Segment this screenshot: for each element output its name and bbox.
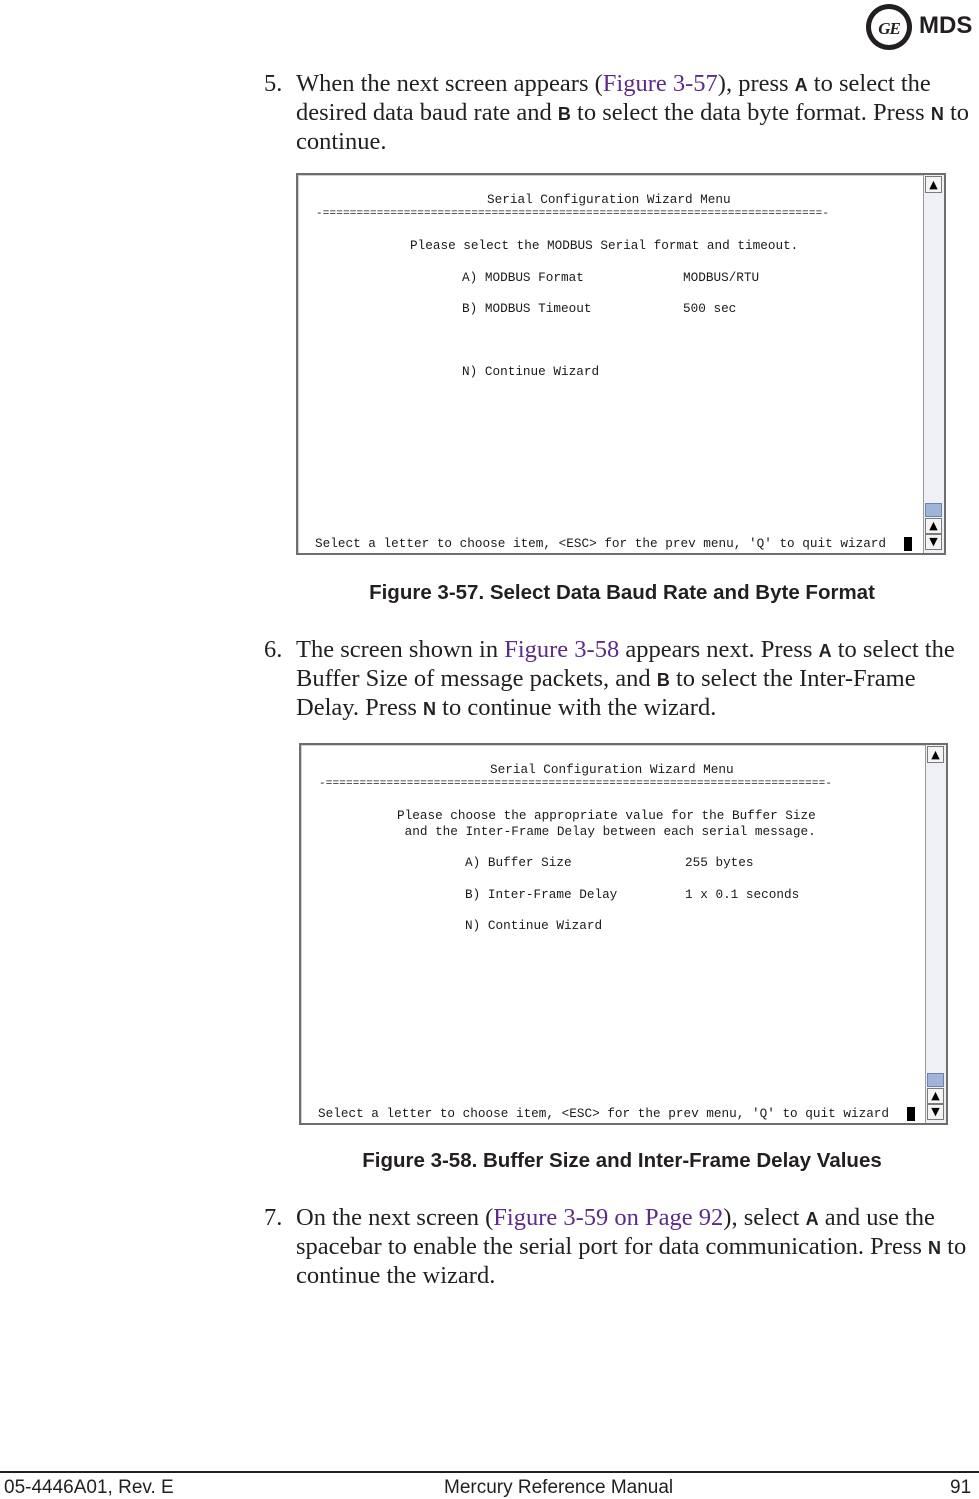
scrollbar-thumb[interactable] xyxy=(925,503,942,517)
ge-mds-logo: GE MDS xyxy=(866,4,978,52)
menu-item-b[interactable]: B) MODBUS Timeout xyxy=(462,301,591,316)
scroll-down-icon[interactable]: ▼ xyxy=(925,534,942,550)
terminal-prompt: and the Inter-Frame Delay between each s… xyxy=(397,824,816,839)
key-label: A xyxy=(794,75,808,95)
terminal-prompt: Please choose the appropriate value for … xyxy=(397,808,816,823)
text-cursor xyxy=(904,537,912,551)
footer-divider xyxy=(0,1471,979,1473)
figure-link[interactable]: Figure 3-59 on Page 92 xyxy=(493,1204,723,1231)
step-number: 6. xyxy=(264,636,283,663)
key-label: N xyxy=(423,699,437,719)
terminal-content: Serial Configuration Wizard Menu -======… xyxy=(298,175,922,553)
step-number: 7. xyxy=(264,1204,283,1231)
terminal-separator: -=======================================… xyxy=(319,778,833,790)
terminal-content: Serial Configuration Wizard Menu -======… xyxy=(301,745,924,1123)
menu-item-a-value: 255 bytes xyxy=(685,855,754,870)
step-7: 7. On the next screen (Figure 3-59 on Pa… xyxy=(264,1204,976,1289)
terminal-window-fig-58: Serial Configuration Wizard Menu -======… xyxy=(299,743,948,1125)
scroll-up-icon[interactable]: ▲ xyxy=(925,176,942,193)
scroll-up-icon[interactable]: ▲ xyxy=(927,1088,944,1104)
step-number: 5. xyxy=(264,70,283,97)
key-label: N xyxy=(928,1238,942,1258)
ge-monogram-text: GE xyxy=(878,19,901,38)
figure-link[interactable]: Figure 3-58 xyxy=(504,636,619,663)
ge-monogram-icon: GE xyxy=(866,4,912,50)
key-label: B xyxy=(557,104,571,124)
menu-item-b[interactable]: B) Inter-Frame Delay xyxy=(465,887,617,902)
footer-manual-title: Mercury Reference Manual xyxy=(444,1477,674,1498)
footer-doc-number: 05-4446A01, Rev. E xyxy=(4,1477,174,1498)
terminal-title: Serial Configuration Wizard Menu xyxy=(490,762,734,777)
text-cursor xyxy=(907,1107,915,1121)
terminal-window-fig-57: Serial Configuration Wizard Menu -======… xyxy=(296,173,946,555)
scroll-up-icon[interactable]: ▲ xyxy=(925,518,942,534)
figure-caption-3-57: Figure 3-57. Select Data Baud Rate and B… xyxy=(369,581,875,604)
scrollbar-thumb[interactable] xyxy=(927,1073,944,1087)
key-label: N xyxy=(930,104,944,124)
vertical-scrollbar[interactable]: ▲ ▲ ▼ xyxy=(925,745,946,1123)
figure-link[interactable]: Figure 3-57 xyxy=(603,70,718,97)
step-6: 6. The screen shown in Figure 3-58 appea… xyxy=(264,636,976,723)
footer-page-number: 91 xyxy=(950,1477,972,1498)
mds-wordmark: MDS xyxy=(919,12,973,39)
step-text: The screen shown in Figure 3-58 appears … xyxy=(296,636,955,721)
key-label: A xyxy=(818,641,832,661)
terminal-separator: -=======================================… xyxy=(316,208,830,220)
menu-item-a[interactable]: A) MODBUS Format xyxy=(462,270,584,285)
figure-caption-3-58: Figure 3-58. Buffer Size and Inter-Frame… xyxy=(362,1149,882,1172)
menu-item-n[interactable]: N) Continue Wizard xyxy=(462,364,599,379)
scroll-down-icon[interactable]: ▼ xyxy=(927,1104,944,1120)
terminal-status-line: Select a letter to choose item, <ESC> fo… xyxy=(318,1106,890,1121)
terminal-status-line: Select a letter to choose item, <ESC> fo… xyxy=(315,536,887,551)
menu-item-a-value: MODBUS/RTU xyxy=(683,270,760,285)
menu-item-b-value: 1 x 0.1 seconds xyxy=(685,887,800,902)
menu-item-n[interactable]: N) Continue Wizard xyxy=(465,918,602,933)
key-label: B xyxy=(656,670,670,690)
terminal-prompt: Please select the MODBUS Serial format a… xyxy=(410,238,799,253)
scroll-up-icon[interactable]: ▲ xyxy=(927,746,944,763)
step-5: 5. When the next screen appears (Figure … xyxy=(264,70,976,155)
menu-item-b-value: 500 sec xyxy=(683,301,737,316)
key-label: A xyxy=(805,1209,819,1229)
menu-item-a[interactable]: A) Buffer Size xyxy=(465,855,572,870)
vertical-scrollbar[interactable]: ▲ ▲ ▼ xyxy=(923,175,944,553)
terminal-title: Serial Configuration Wizard Menu xyxy=(487,192,731,207)
step-text: When the next screen appears (Figure 3-5… xyxy=(296,70,969,155)
step-text: On the next screen (Figure 3-59 on Page … xyxy=(296,1204,967,1289)
